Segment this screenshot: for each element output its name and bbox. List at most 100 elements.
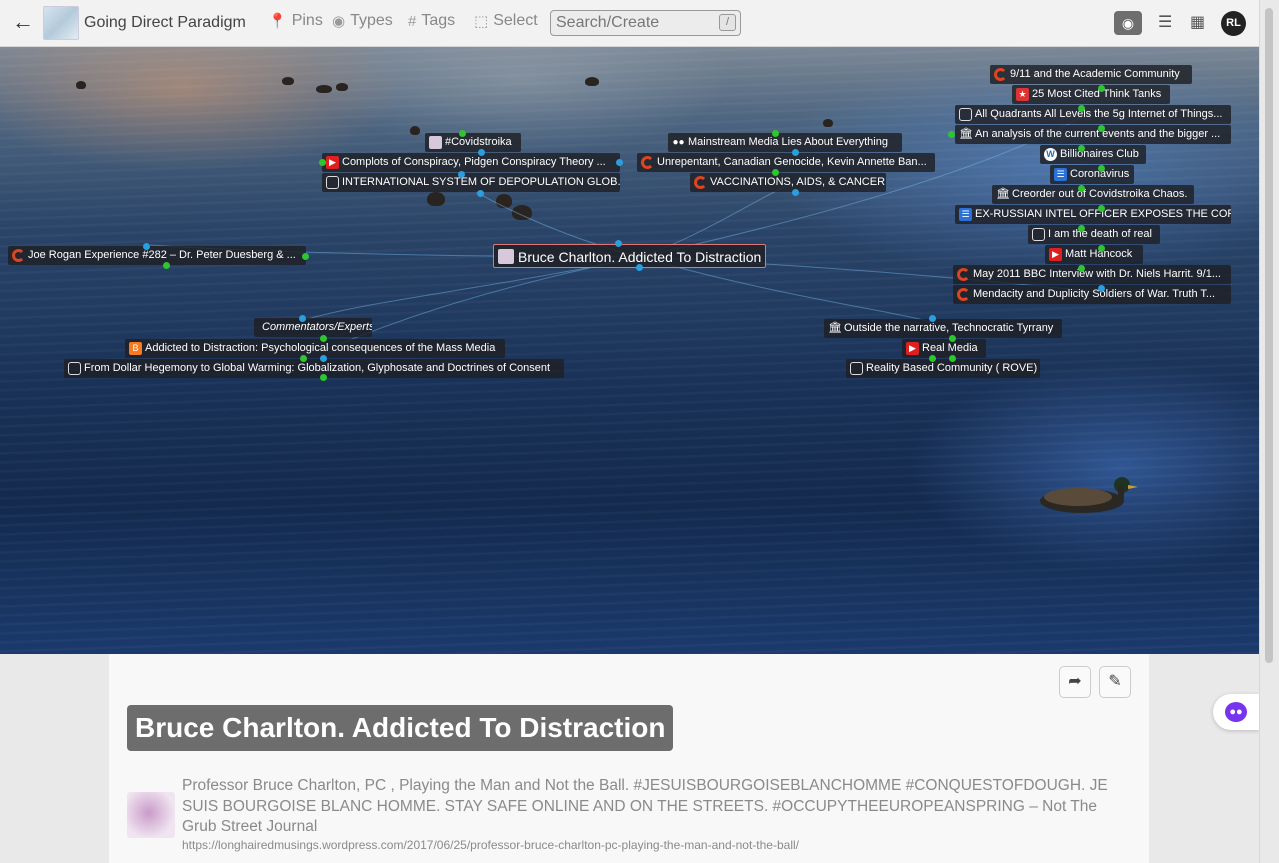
map-node[interactable]: 🏛 Outside the narrative, Technocratic Tyr… [824,319,1062,338]
node-label: All Quadrants All Levels the 5g Internet… [975,108,1223,120]
connector-dot[interactable] [320,335,327,342]
connector-dot[interactable] [772,130,779,137]
tags-label: Tags [421,12,456,29]
map-node[interactable]: ★ 25 Most Cited Think Tanks [1012,85,1170,104]
back-arrow-icon[interactable]: ← [12,9,34,35]
connector-dot[interactable] [143,243,150,250]
pins-button[interactable]: 📍 Pins [268,12,323,30]
map-node[interactable]: 🏛 Creorder out of Covidstroika Chaos. [992,185,1194,204]
map-node[interactable]: Joe Rogan Experience #282 – Dr. Peter Du… [8,246,306,265]
link-thumbnail[interactable] [127,792,175,838]
map-title[interactable]: Going Direct Paradigm [84,14,246,32]
node-label: Mainstream Media Lies About Everything [688,136,888,148]
settings-sliders-icon[interactable]: ☰ [1158,12,1172,32]
node-label: Commentators/Experts [262,321,372,333]
connector-dot[interactable] [1078,145,1085,152]
types-button[interactable]: ◉ Types [332,12,393,30]
hashtag-icon: # [408,12,417,30]
wordpress-icon: W [1044,148,1057,161]
tags-button[interactable]: # Tags [408,12,455,30]
connector-dot[interactable] [320,374,327,381]
map-node[interactable]: Commentators/Experts [254,318,372,337]
map-node[interactable]: #Covidstroika [425,133,521,152]
connector-dot[interactable] [477,190,484,197]
red-circle-icon [957,288,970,301]
scrollbar-thumb[interactable] [1265,8,1273,663]
center-node[interactable]: Bruce Charlton. Addicted To Distraction [493,244,766,268]
connector-dot[interactable] [459,130,466,137]
node-label: 25 Most Cited Think Tanks [1032,88,1162,100]
connector-dot[interactable] [949,355,956,362]
map-node[interactable]: ☰ EX-RUSSIAN INTEL OFFICER EXPOSES THE CO… [955,205,1231,224]
map-node[interactable]: ▶ Complots of Conspiracy, Pidgen Conspira… [322,153,620,172]
connector-dot[interactable] [319,159,326,166]
edit-button[interactable]: ✎ [1099,666,1131,698]
map-node[interactable]: All Quadrants All Levels the 5g Internet… [955,105,1231,124]
connector-dot[interactable] [772,169,779,176]
view-toggle-eye-icon[interactable]: ◉ [1114,11,1142,35]
types-label: Types [350,12,393,29]
connector-dot[interactable] [929,315,936,322]
connector-dot[interactable] [302,253,309,260]
map-node[interactable]: Unrepentant, Canadian Genocide, Kevin An… [637,153,935,172]
map-node[interactable]: INTERNATIONAL SYSTEM OF DEPOPULATION GLO… [322,173,620,192]
node-label: Addicted to Distraction: Psychological c… [145,342,496,354]
connector-dot[interactable] [615,240,622,247]
connector-dot[interactable] [300,355,307,362]
connector-dot[interactable] [299,315,306,322]
map-node[interactable]: May 2011 BBC Interview with Dr. Niels Ha… [953,265,1231,284]
connector-dot[interactable] [929,355,936,362]
connector-dot[interactable] [478,149,485,156]
link-icon [326,176,339,189]
medium-icon: ●● [672,137,685,148]
user-avatar[interactable]: RL [1221,11,1246,36]
node-label: Complots of Conspiracy, Pidgen Conspirac… [342,156,606,168]
connector-dot[interactable] [616,159,623,166]
topic-title[interactable]: Bruce Charlton. Addicted To Distraction [127,705,674,751]
connector-dot[interactable] [1098,245,1105,252]
map-node[interactable]: I am the death of real [1028,225,1160,244]
map-node[interactable]: ●● Mainstream Media Lies About Everything [668,133,902,152]
node-label: Reality Based Community ( ROVE) [866,362,1038,374]
connector-dot[interactable] [1098,85,1105,92]
connector-dot[interactable] [458,171,465,178]
map-node[interactable]: From Dollar Hegemony to Global Warming: … [64,359,564,378]
connector-dot[interactable] [636,264,643,271]
connector-dot[interactable] [948,131,955,138]
link-url[interactable]: https://longhairedmusings.wordpress.com/… [182,838,799,852]
types-icon: ◉ [332,13,346,30]
map-canvas[interactable]: 9/11 and the Academic Community ★ 25 Most… [0,47,1259,654]
select-button[interactable]: ⬚ Select [474,12,538,30]
connector-dot[interactable] [320,355,327,362]
node-label: Real Media [922,342,978,354]
map-thumbnail[interactable] [43,6,79,40]
connector-dot[interactable] [1078,105,1085,112]
share-button[interactable]: ➦ [1059,666,1091,698]
connector-dot[interactable] [792,149,799,156]
map-node[interactable]: B Addicted to Distraction: Psychological … [125,339,505,358]
node-label: From Dollar Hegemony to Global Warming: … [84,362,551,374]
connector-dot[interactable] [792,189,799,196]
connector-dot[interactable] [1078,265,1085,272]
connector-dot[interactable] [1098,165,1105,172]
map-node[interactable]: VACCINATIONS, AIDS, & CANCER [690,173,886,192]
chat-widget-button[interactable]: ●● [1213,694,1259,730]
connector-dot[interactable] [1098,125,1105,132]
connector-dot[interactable] [949,335,956,342]
search-input[interactable]: Search/Create / [550,10,741,36]
map-node[interactable]: Reality Based Community ( ROVE) [846,359,1040,378]
connector-dot[interactable] [1078,185,1085,192]
connector-dot[interactable] [1098,205,1105,212]
map-node[interactable]: ▶ Real Media [902,339,986,358]
connector-dot[interactable] [1078,225,1085,232]
map-switch-icon[interactable]: ▦ [1190,12,1205,32]
connector-dot[interactable] [1098,285,1105,292]
map-node[interactable]: 🏛 An analysis of the current events and t… [955,125,1231,144]
map-node[interactable]: ☰ Coronavirus [1050,165,1134,184]
map-node[interactable]: Mendacity and Duplicity Soldiers of War.… [953,285,1231,304]
connector-dot[interactable] [163,262,170,269]
link-title[interactable]: Professor Bruce Charlton, PC , Playing t… [182,776,1132,838]
map-node[interactable]: ▶ Matt Hancock [1045,245,1143,264]
map-node[interactable]: 9/11 and the Academic Community [990,65,1192,84]
map-node[interactable]: W Billionaires Club [1040,145,1146,164]
